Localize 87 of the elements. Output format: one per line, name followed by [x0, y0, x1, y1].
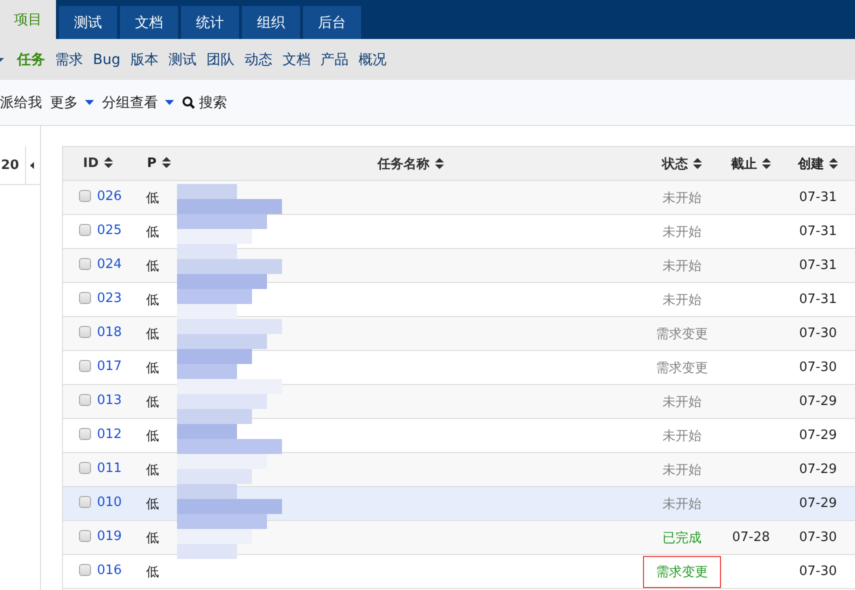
status-text: 未开始	[662, 428, 702, 446]
table-cell: 07-30	[781, 520, 855, 554]
nav-tab[interactable]: 后台	[303, 6, 361, 39]
checkbox[interactable]	[79, 462, 91, 474]
subnav-tab[interactable]: 动态	[239, 50, 278, 68]
checkbox[interactable]	[79, 224, 91, 236]
checkbox[interactable]	[79, 360, 91, 372]
status-text: 未开始	[662, 496, 702, 514]
table-cell: 低	[146, 316, 178, 350]
table-cell: 07-28	[732, 530, 770, 545]
task-id-link[interactable]: 016	[97, 562, 122, 578]
nav-tab[interactable]: 组织	[242, 6, 300, 39]
checkbox[interactable]	[79, 564, 91, 576]
collapse-button[interactable]	[25, 146, 37, 184]
task-id-link[interactable]: 025	[97, 222, 122, 238]
checkbox[interactable]	[79, 258, 91, 270]
subnav-tab[interactable]: 测试	[163, 50, 202, 68]
table-cell: 低	[146, 486, 178, 520]
sort-icon	[829, 158, 838, 168]
status-text: 需求变更	[643, 556, 721, 588]
sort-icon	[104, 157, 113, 168]
subnav-tab[interactable]: 版本	[125, 50, 164, 68]
table-cell: 07-29	[781, 384, 855, 418]
subnav-tab[interactable]: 需求	[50, 50, 88, 68]
status-text: 需求变更	[655, 326, 709, 344]
subnav-tab[interactable]: Bug	[88, 52, 126, 68]
checkbox[interactable]	[79, 394, 91, 406]
toolbar-dropdown[interactable]: 派给我	[0, 94, 42, 112]
column-header[interactable]: 状态	[643, 147, 721, 180]
table-cell: 07-29	[781, 486, 855, 520]
status-text: 未开始	[662, 224, 702, 242]
column-header[interactable]: 创建	[781, 147, 855, 180]
column-header[interactable]: 截止	[721, 147, 781, 180]
status-text: 未开始	[662, 462, 702, 480]
column-header[interactable]: ID	[63, 147, 146, 180]
status-text: 未开始	[662, 292, 702, 310]
table-cell: 07-31	[781, 180, 855, 214]
toolbar-dropdown[interactable]: 分组查看	[102, 94, 174, 112]
search-button[interactable]: 搜索	[182, 94, 227, 112]
task-id-link[interactable]: 011	[97, 460, 122, 476]
subnav-tab[interactable]: 文档	[277, 50, 316, 68]
column-header[interactable]: 任务名称	[178, 147, 643, 180]
task-id-link[interactable]: 023	[97, 290, 122, 306]
nav-tab[interactable]: 测试	[59, 6, 117, 39]
table-cell: 低	[146, 384, 178, 418]
table-cell: 07-31	[781, 248, 855, 282]
table-cell: 低	[146, 248, 178, 282]
status-text: 需求变更	[655, 360, 709, 378]
checkbox[interactable]	[79, 292, 91, 304]
task-id-link[interactable]: 024	[97, 256, 122, 272]
sort-icon	[762, 158, 771, 168]
search-icon	[182, 96, 195, 109]
caret-icon	[30, 162, 34, 168]
status-text: 未开始	[662, 258, 702, 276]
checkbox[interactable]	[79, 496, 91, 508]
caret-icon	[0, 56, 5, 62]
checkbox[interactable]	[79, 428, 91, 440]
task-id-link[interactable]: 019	[97, 528, 122, 544]
side-label: .20	[0, 158, 20, 172]
table-cell: 07-30	[781, 316, 855, 350]
task-id-link[interactable]: 026	[97, 188, 122, 204]
column-header[interactable]: P	[146, 147, 178, 180]
toolbar-dropdown[interactable]: 更多	[50, 94, 94, 112]
sort-icon	[434, 158, 444, 168]
checkbox[interactable]	[79, 326, 91, 338]
task-id-link[interactable]: 018	[97, 324, 122, 340]
table-cell: 低	[146, 452, 178, 486]
status-text: 未开始	[662, 394, 702, 412]
sort-icon	[162, 157, 171, 168]
checkbox[interactable]	[79, 190, 91, 202]
status-text: 已完成	[662, 530, 702, 548]
sort-icon	[693, 158, 702, 168]
subnav-tab[interactable]: 概况	[353, 50, 392, 68]
task-id-link[interactable]: 012	[97, 426, 122, 442]
table-cell: 低	[146, 180, 178, 214]
task-id-link[interactable]: 017	[97, 358, 122, 374]
nav-tab[interactable]: 统计	[181, 6, 239, 39]
table-cell: 07-29	[781, 452, 855, 486]
nav-tab[interactable]: 文档	[120, 6, 178, 39]
task-id-link[interactable]: 010	[97, 494, 122, 510]
table-cell: 低	[146, 520, 178, 554]
subnav-tab[interactable]: 团队	[201, 50, 240, 68]
status-text: 未开始	[662, 190, 702, 208]
subnav-tab[interactable]: 产品	[315, 50, 354, 68]
table-cell: 07-30	[781, 554, 855, 588]
task-id-link[interactable]: 013	[97, 392, 122, 408]
checkbox[interactable]	[79, 530, 91, 542]
